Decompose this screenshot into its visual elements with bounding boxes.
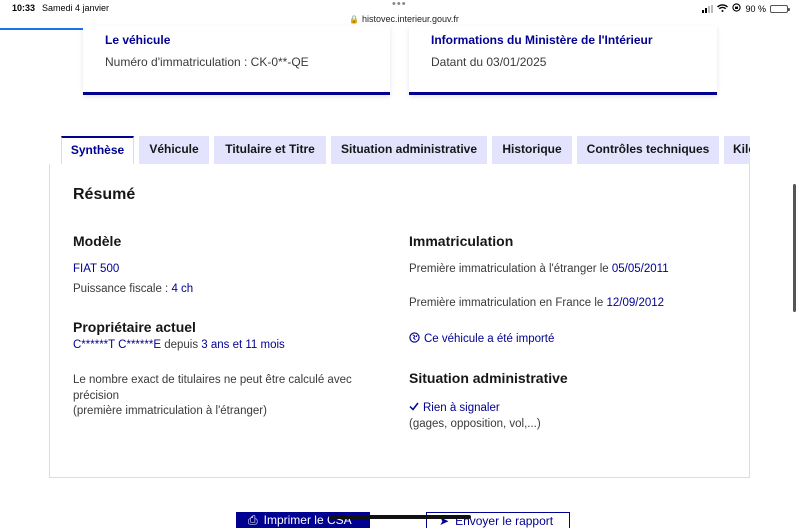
battery-percent: 90 % bbox=[745, 3, 766, 14]
more-dots-icon[interactable]: ••• bbox=[392, 0, 407, 10]
ministry-card-title: Informations du Ministère de l'Intérieur bbox=[431, 33, 653, 47]
owner-count-note-detail: (première immatriculation à l'étranger) bbox=[73, 405, 267, 417]
registration-heading: Immatriculation bbox=[409, 233, 514, 249]
imported-text: Ce véhicule a été importé bbox=[424, 333, 555, 345]
owner-line: C******T C******E depuis 3 ans et 11 moi… bbox=[73, 339, 285, 351]
date: Samedi 4 janvier bbox=[42, 3, 110, 13]
owner-count-note: Le nombre exact de titulaires ne peut êt… bbox=[73, 374, 352, 402]
tab-historique[interactable]: Historique bbox=[492, 136, 572, 164]
checkmark-icon bbox=[409, 400, 419, 414]
registration-number: Numéro d'immatriculation : CK-0**-QE bbox=[105, 55, 309, 69]
tab-kilometrage[interactable]: Kilo bbox=[724, 136, 750, 164]
battery-icon bbox=[770, 4, 790, 13]
address-bar[interactable]: 🔒 histovec.interieur.gouv.fr bbox=[349, 14, 459, 24]
globe-icon bbox=[409, 331, 420, 345]
url-text: histovec.interieur.gouv.fr bbox=[361, 14, 459, 24]
fiscal-power-value: 4 ch bbox=[171, 283, 194, 295]
model-heading: Modèle bbox=[73, 233, 122, 249]
lock-icon: 🔒 bbox=[349, 15, 359, 24]
home-indicator[interactable] bbox=[329, 515, 471, 519]
wifi-icon bbox=[717, 3, 729, 14]
tab-situation-administrative[interactable]: Situation administrative bbox=[331, 136, 487, 164]
owner-since-label: depuis bbox=[161, 339, 202, 351]
data-date: Datant du 03/01/2025 bbox=[431, 55, 547, 69]
imported-notice: Ce véhicule a été importé bbox=[409, 331, 554, 345]
first-registration-abroad: Première immatriculation à l'étranger le… bbox=[409, 263, 669, 275]
admin-status-text: Rien à signaler bbox=[423, 402, 500, 414]
model-name: FIAT 500 bbox=[73, 263, 120, 275]
fiscal-power: Puissance fiscale : 4 ch bbox=[73, 283, 193, 295]
first-registration-abroad-label: Première immatriculation à l'étranger le bbox=[409, 263, 612, 275]
tab-titulaire-et-titre[interactable]: Titulaire et Titre bbox=[214, 136, 326, 164]
report-tabs: Synthèse Véhicule Titulaire et Titre Sit… bbox=[61, 136, 750, 164]
owner-heading: Propriétaire actuel bbox=[73, 319, 196, 335]
clock: 10:33 bbox=[12, 3, 36, 13]
first-registration-abroad-date: 05/05/2011 bbox=[611, 263, 669, 275]
owner-since-value: 3 ans et 11 mois bbox=[201, 339, 285, 351]
first-registration-france-label: Première immatriculation en France le bbox=[409, 297, 607, 309]
ministry-card: Informations du Ministère de l'Intérieur… bbox=[409, 26, 717, 95]
owner-name: C******T C******E bbox=[73, 339, 161, 351]
tab-controles-techniques[interactable]: Contrôles techniques bbox=[577, 136, 719, 164]
tab-vehicule[interactable]: Véhicule bbox=[139, 136, 209, 164]
synthese-panel: Résumé Modèle FIAT 500 Puissance fiscale… bbox=[49, 164, 750, 478]
first-registration-france: Première immatriculation en France le 12… bbox=[409, 297, 664, 309]
admin-status-detail: (gages, opposition, vol,...) bbox=[409, 418, 541, 430]
cellular-signal-icon bbox=[702, 4, 714, 13]
admin-status-ok: Rien à signaler bbox=[409, 400, 500, 414]
summary-title: Résumé bbox=[73, 186, 136, 203]
status-icons: 90 % bbox=[702, 3, 790, 14]
fiscal-power-label: Puissance fiscale : bbox=[73, 283, 172, 295]
tab-synthese[interactable]: Synthèse bbox=[61, 136, 134, 164]
vehicle-card-title: Le véhicule bbox=[105, 33, 171, 47]
orientation-lock-icon bbox=[732, 3, 742, 14]
vehicle-card: Le véhicule Numéro d'immatriculation : C… bbox=[83, 26, 390, 95]
admin-status-heading: Situation administrative bbox=[409, 370, 568, 386]
first-registration-france-date: 12/09/2012 bbox=[606, 297, 665, 309]
page-scrollbar[interactable] bbox=[793, 184, 796, 312]
